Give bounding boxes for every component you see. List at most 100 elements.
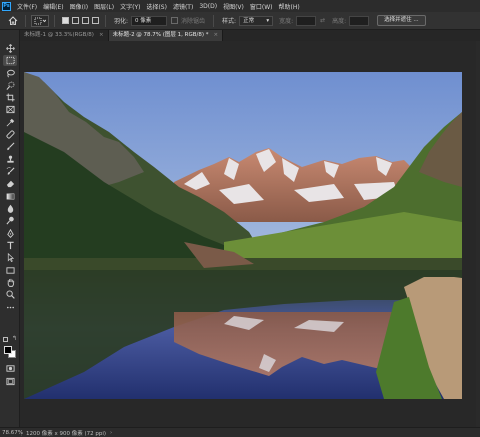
close-icon[interactable]: × <box>99 30 104 41</box>
menu-edit[interactable]: 编辑(E) <box>40 2 66 11</box>
document-canvas[interactable] <box>24 72 462 399</box>
crop-tool[interactable] <box>3 92 17 103</box>
intersect-selection-button[interactable] <box>91 17 99 24</box>
width-label: 宽度: <box>279 18 294 25</box>
quick-select-tool[interactable] <box>3 80 17 91</box>
menu-filter[interactable]: 滤镜(T) <box>170 2 196 11</box>
tab-label: 未标题-1 @ 33.3%(RGB/8) <box>24 32 94 38</box>
style-label: 样式: <box>222 18 237 25</box>
lasso-tool[interactable] <box>3 68 17 79</box>
zoom-level[interactable]: 78.67% <box>0 429 23 436</box>
close-icon[interactable]: × <box>214 30 219 41</box>
document-info[interactable]: 1200 像素 x 900 像素 (72 ppi) <box>22 429 106 437</box>
type-tool[interactable] <box>3 240 17 251</box>
eyedropper-tool[interactable] <box>3 117 17 128</box>
antialias-checkbox[interactable] <box>171 17 179 24</box>
menu-layer[interactable]: 图层(L) <box>91 2 117 11</box>
path-select-tool[interactable] <box>3 252 17 263</box>
feather-input[interactable]: 0 像素 <box>131 15 168 26</box>
options-separator <box>105 14 106 27</box>
landscape-photo <box>24 72 462 399</box>
menu-bar: Ps 文件(F) 编辑(E) 图像(I) 图层(L) 文字(Y) 选择(S) 滤… <box>0 0 480 12</box>
hand-icon <box>7 278 14 287</box>
ellipsis-icon <box>6 306 14 309</box>
photoshop-logo-icon: Ps <box>2 1 11 11</box>
tab-document-1[interactable]: 未标题-1 @ 33.3%(RGB/8) × <box>20 30 109 41</box>
stamp-icon <box>6 155 14 163</box>
clone-stamp-tool[interactable] <box>3 154 17 165</box>
width-input[interactable] <box>296 15 317 26</box>
pen-tool[interactable] <box>3 228 17 239</box>
add-to-selection-button[interactable] <box>71 17 79 24</box>
menu-image[interactable]: 图像(I) <box>67 2 91 11</box>
dodge-icon <box>5 216 14 225</box>
arrow-pointer-icon <box>7 253 14 262</box>
menu-view[interactable]: 视图(V) <box>220 2 247 11</box>
history-brush-tool[interactable] <box>3 166 17 177</box>
menu-help[interactable]: 帮助(H) <box>276 2 303 11</box>
default-colors-icon[interactable] <box>3 337 8 342</box>
menu-3d[interactable]: 3D(D) <box>196 3 220 10</box>
screen-mode-icon <box>5 377 15 386</box>
options-bar: 羽化: 0 像素 消除锯齿 样式: 正常 ▾ 宽度: ⇄ 高度: 选择并遮住 .… <box>0 12 480 30</box>
move-tool[interactable] <box>3 43 17 54</box>
eyedropper-icon <box>6 118 14 127</box>
swap-width-height-icon[interactable]: ⇄ <box>320 17 325 24</box>
status-menu-chevron-icon[interactable]: › <box>110 430 112 436</box>
crop-icon <box>5 93 15 102</box>
quick-mask-icon <box>5 365 15 372</box>
quick-mask-button[interactable] <box>3 363 17 374</box>
brush-tool[interactable] <box>3 141 17 152</box>
options-separator <box>213 14 215 27</box>
menu-select[interactable]: 选择(S) <box>143 2 170 11</box>
blur-tool[interactable] <box>3 203 17 214</box>
style-select[interactable]: 正常 ▾ <box>239 15 274 26</box>
marquee-preset-icon <box>34 17 46 24</box>
select-and-mask-button[interactable]: 选择并遮住 ... <box>377 15 426 26</box>
height-label: 高度: <box>332 18 347 25</box>
style-select-value: 正常 <box>243 17 255 24</box>
foreground-color-swatch[interactable] <box>4 346 12 354</box>
screen-mode-button[interactable] <box>3 376 17 387</box>
new-selection-button[interactable] <box>61 17 69 24</box>
status-bar: 78.67% 1200 像素 x 900 像素 (72 ppi) › <box>0 427 480 437</box>
brush-icon <box>6 142 14 151</box>
menu-type[interactable]: 文字(Y) <box>117 2 143 11</box>
quick-select-icon <box>5 81 14 90</box>
menu-window[interactable]: 窗口(W) <box>247 2 276 11</box>
marquee-tool[interactable] <box>3 55 17 66</box>
bandage-icon <box>5 130 15 139</box>
subtract-from-selection-button[interactable] <box>81 17 89 24</box>
canvas-area[interactable] <box>20 41 476 427</box>
more-tools[interactable] <box>3 302 17 313</box>
rectangle-icon <box>5 267 15 274</box>
eraser-icon <box>6 180 14 188</box>
feather-label: 羽化: <box>114 18 129 25</box>
document-tabs: 未标题-1 @ 33.3%(RGB/8) × 未标题-2 @ 78.7% (图层… <box>20 30 480 41</box>
height-input[interactable] <box>349 15 370 26</box>
chevron-down-icon: ▾ <box>266 17 270 24</box>
lasso-icon <box>6 69 15 78</box>
frame-icon <box>5 105 15 114</box>
zoom-tool[interactable] <box>3 289 17 300</box>
droplet-icon <box>7 204 13 213</box>
hand-tool[interactable] <box>3 277 17 288</box>
menu-file[interactable]: 文件(F) <box>14 2 40 11</box>
vertical-scrollbar[interactable] <box>476 41 480 427</box>
tab-document-2[interactable]: 未标题-2 @ 78.7% (图层 1, RGB/8) * × <box>108 30 224 41</box>
healing-brush-tool[interactable] <box>3 129 17 140</box>
tool-preset-picker[interactable] <box>31 14 49 27</box>
type-icon <box>6 241 14 250</box>
pen-icon <box>6 229 14 238</box>
dodge-tool[interactable] <box>3 215 17 226</box>
home-button[interactable] <box>6 14 20 28</box>
frame-tool[interactable] <box>3 104 17 115</box>
tools-panel: ↰ <box>0 30 20 428</box>
rectangle-tool[interactable] <box>3 265 17 276</box>
gradient-tool[interactable] <box>3 191 17 202</box>
history-brush-icon <box>6 167 14 175</box>
home-icon <box>8 16 18 25</box>
swap-colors-icon[interactable]: ↰ <box>12 336 17 342</box>
eraser-tool[interactable] <box>3 178 17 189</box>
photoshop-window: Ps 文件(F) 编辑(E) 图像(I) 图层(L) 文字(Y) 选择(S) 滤… <box>0 0 480 437</box>
